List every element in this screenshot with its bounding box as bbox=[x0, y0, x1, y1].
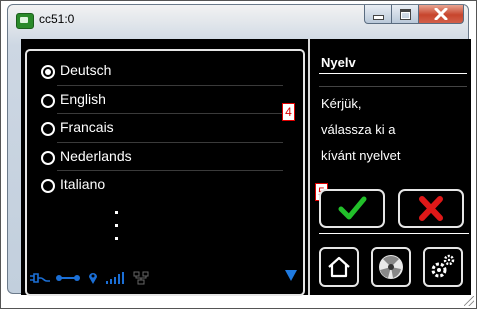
settings-gears-icon bbox=[431, 254, 455, 278]
window-title: cc51:0 bbox=[39, 12, 75, 26]
minimize-button[interactable] bbox=[364, 5, 392, 24]
language-label: Francais bbox=[60, 119, 114, 135]
window-controls bbox=[364, 5, 464, 25]
instruction-line: Kérjük, bbox=[321, 96, 362, 111]
instruction-line: kívánt nyelvet bbox=[321, 148, 401, 163]
device-screen: Deutsch English Francais Nederlands Ital… bbox=[21, 39, 471, 296]
language-item-deutsch[interactable]: Deutsch bbox=[27, 57, 283, 85]
checkmark-icon bbox=[338, 196, 367, 220]
radio-icon bbox=[41, 151, 55, 165]
nav-separator bbox=[319, 233, 469, 234]
radio-selected-icon bbox=[41, 65, 55, 79]
language-label: Nederlands bbox=[60, 148, 132, 164]
instruction-text: Kérjük, válassza ki a kívánt nyelvet bbox=[321, 91, 461, 169]
panel-divider bbox=[308, 39, 310, 295]
language-item-english[interactable]: English bbox=[27, 86, 283, 114]
home-button[interactable] bbox=[319, 247, 359, 287]
callout-marker-4: 4 bbox=[282, 103, 295, 121]
x-icon bbox=[419, 196, 443, 221]
radio-icon bbox=[41, 179, 55, 193]
resize-grip-icon[interactable] bbox=[464, 296, 474, 306]
scroll-down-arrow-icon[interactable] bbox=[285, 270, 297, 281]
screenshot-frame: cc51:0 Deutsch English Francais Nederlan… bbox=[0, 0, 477, 309]
language-list: Deutsch English Francais Nederlands Ital… bbox=[25, 49, 305, 296]
plug-icon bbox=[30, 273, 50, 283]
close-icon bbox=[434, 8, 448, 20]
language-label: English bbox=[60, 91, 106, 107]
panel-title-underline bbox=[319, 73, 467, 74]
language-item-francais[interactable]: Francais bbox=[27, 114, 283, 142]
fan-icon bbox=[379, 255, 403, 279]
instruction-line: válassza ki a bbox=[321, 122, 396, 137]
language-item-italiano[interactable]: Italiano bbox=[27, 171, 283, 199]
network-icon bbox=[133, 271, 149, 285]
panel-title: Nyelv bbox=[321, 55, 356, 70]
maximize-button[interactable] bbox=[392, 5, 419, 24]
radio-icon bbox=[41, 94, 55, 108]
confirm-button[interactable] bbox=[319, 189, 385, 228]
panel-separator bbox=[319, 86, 467, 87]
more-items-ellipsis bbox=[115, 211, 121, 250]
language-label: Italiano bbox=[60, 176, 106, 192]
app-icon bbox=[16, 13, 34, 29]
language-item-nederlands[interactable]: Nederlands bbox=[27, 143, 283, 171]
cancel-button[interactable] bbox=[398, 189, 464, 228]
language-label: Deutsch bbox=[60, 62, 112, 78]
settings-button[interactable] bbox=[423, 247, 463, 287]
home-icon bbox=[328, 256, 350, 278]
close-button[interactable] bbox=[419, 5, 464, 24]
maximize-icon bbox=[399, 8, 411, 20]
location-icon bbox=[89, 273, 97, 284]
minimize-icon bbox=[372, 14, 384, 20]
signal-bars-icon bbox=[106, 272, 124, 284]
app-window: cc51:0 Deutsch English Francais Nederlan… bbox=[7, 4, 471, 296]
connection-icon bbox=[56, 275, 80, 281]
title-bar[interactable]: cc51:0 bbox=[8, 5, 468, 35]
fan-button[interactable] bbox=[371, 247, 411, 287]
status-bar bbox=[29, 269, 299, 287]
radio-icon bbox=[41, 122, 55, 136]
